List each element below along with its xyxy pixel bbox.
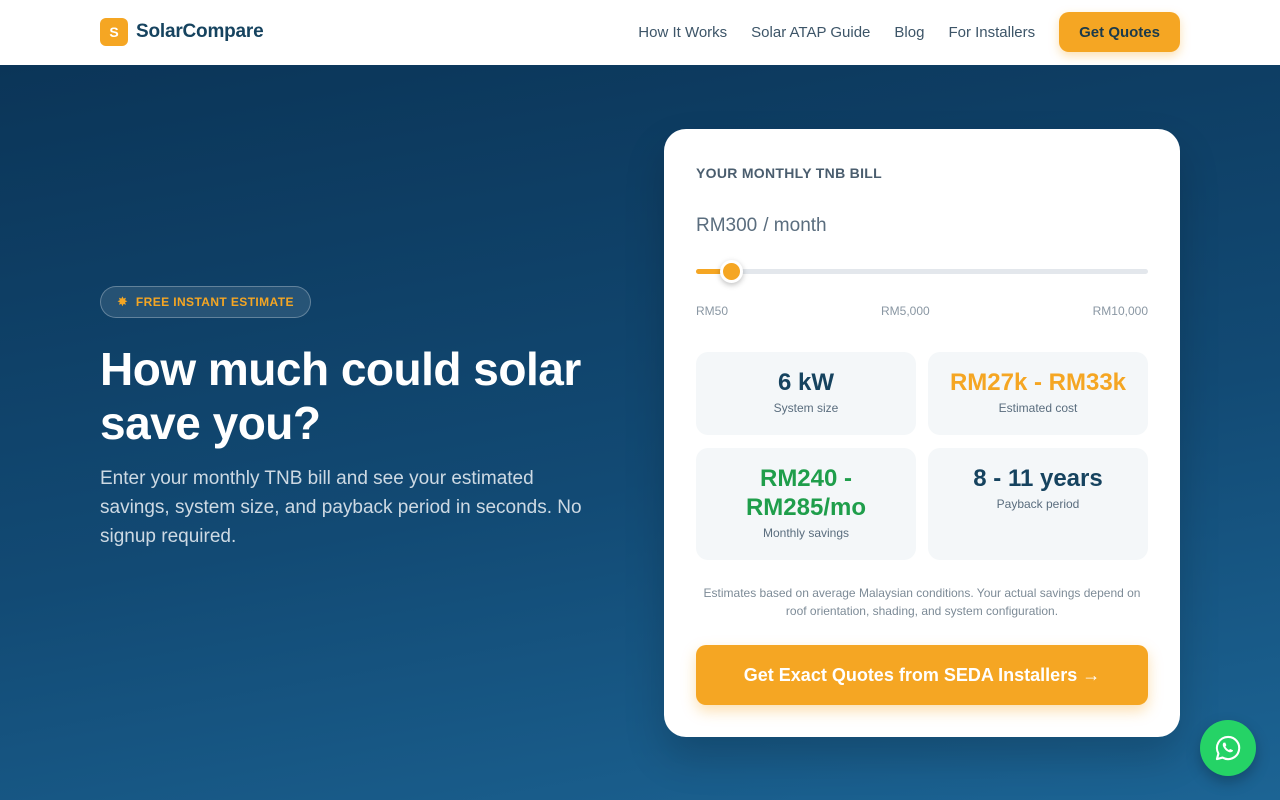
whatsapp-chat-button[interactable] <box>1200 720 1256 776</box>
badge-label: FREE INSTANT ESTIMATE <box>135 295 294 309</box>
monthly-savings-label: Monthly savings <box>762 526 850 540</box>
nav-link-blog[interactable]: Blog <box>894 24 924 41</box>
top-navigation: S SolarCompare How It Works Solar ATAP G… <box>0 0 1280 65</box>
payback-period-value: 8 - 11 years <box>973 465 1103 492</box>
bill-amount-unit: / month <box>763 215 827 236</box>
get-quotes-button[interactable]: Get Quotes <box>1059 12 1180 52</box>
slider-thumb[interactable] <box>719 260 743 283</box>
slider-track[interactable] <box>696 269 1148 274</box>
slider-max-label: RM10,000 <box>1092 304 1148 318</box>
bill-amount-display: RM300/ month <box>696 215 827 237</box>
estimated-cost-label: Estimated cost <box>998 401 1078 415</box>
hero-title: How much could solar save you? <box>100 343 581 449</box>
nav-link-solar-atap-guide[interactable]: Solar ATAP Guide <box>751 24 870 41</box>
bill-amount-value: RM300 <box>696 215 758 236</box>
stat-estimated-cost: RM27k - RM33k Estimated cost <box>928 352 1148 435</box>
slider-min-label: RM50 <box>696 304 729 318</box>
nav-link-how-it-works[interactable]: How It Works <box>638 24 727 41</box>
free-estimate-badge: ✸ FREE INSTANT ESTIMATE <box>100 286 311 318</box>
bill-slider[interactable] <box>696 259 1148 283</box>
estimated-cost-value: RM27k - RM33k <box>949 369 1127 396</box>
monthly-savings-value: RM240 - RM285/mo <box>745 465 867 521</box>
whatsapp-icon <box>1215 735 1241 761</box>
brand-logo-icon: S <box>100 18 128 46</box>
nav-link-for-installers[interactable]: For Installers <box>948 24 1035 41</box>
get-exact-quotes-button[interactable]: Get Exact Quotes from SEDA Installers → <box>696 645 1148 705</box>
system-size-label: System size <box>773 401 839 415</box>
brand[interactable]: S SolarCompare <box>100 18 264 46</box>
sun-icon: ✸ <box>117 294 128 309</box>
stat-system-size: 6 kW System size <box>696 352 916 435</box>
bill-label: YOUR MONTHLY TNB BILL <box>696 165 882 181</box>
estimate-disclaimer: Estimates based on average Malaysian con… <box>703 586 1141 618</box>
savings-calculator-card: YOUR MONTHLY TNB BILL RM300/ month RM50 … <box>664 129 1180 737</box>
brand-name: SolarCompare <box>136 21 264 42</box>
payback-period-label: Payback period <box>996 497 1080 511</box>
hero-section: ✸ FREE INSTANT ESTIMATE How much could s… <box>0 65 1280 800</box>
hero-subtitle: Enter your monthly TNB bill and see your… <box>100 468 582 547</box>
stat-monthly-savings: RM240 - RM285/mo Monthly savings <box>696 448 916 560</box>
slider-mid-label: RM5,000 <box>881 304 930 318</box>
nav-links: How It Works Solar ATAP Guide Blog For I… <box>638 12 1180 52</box>
stat-payback-period: 8 - 11 years Payback period <box>928 448 1148 560</box>
system-size-value: 6 kW <box>777 369 834 396</box>
